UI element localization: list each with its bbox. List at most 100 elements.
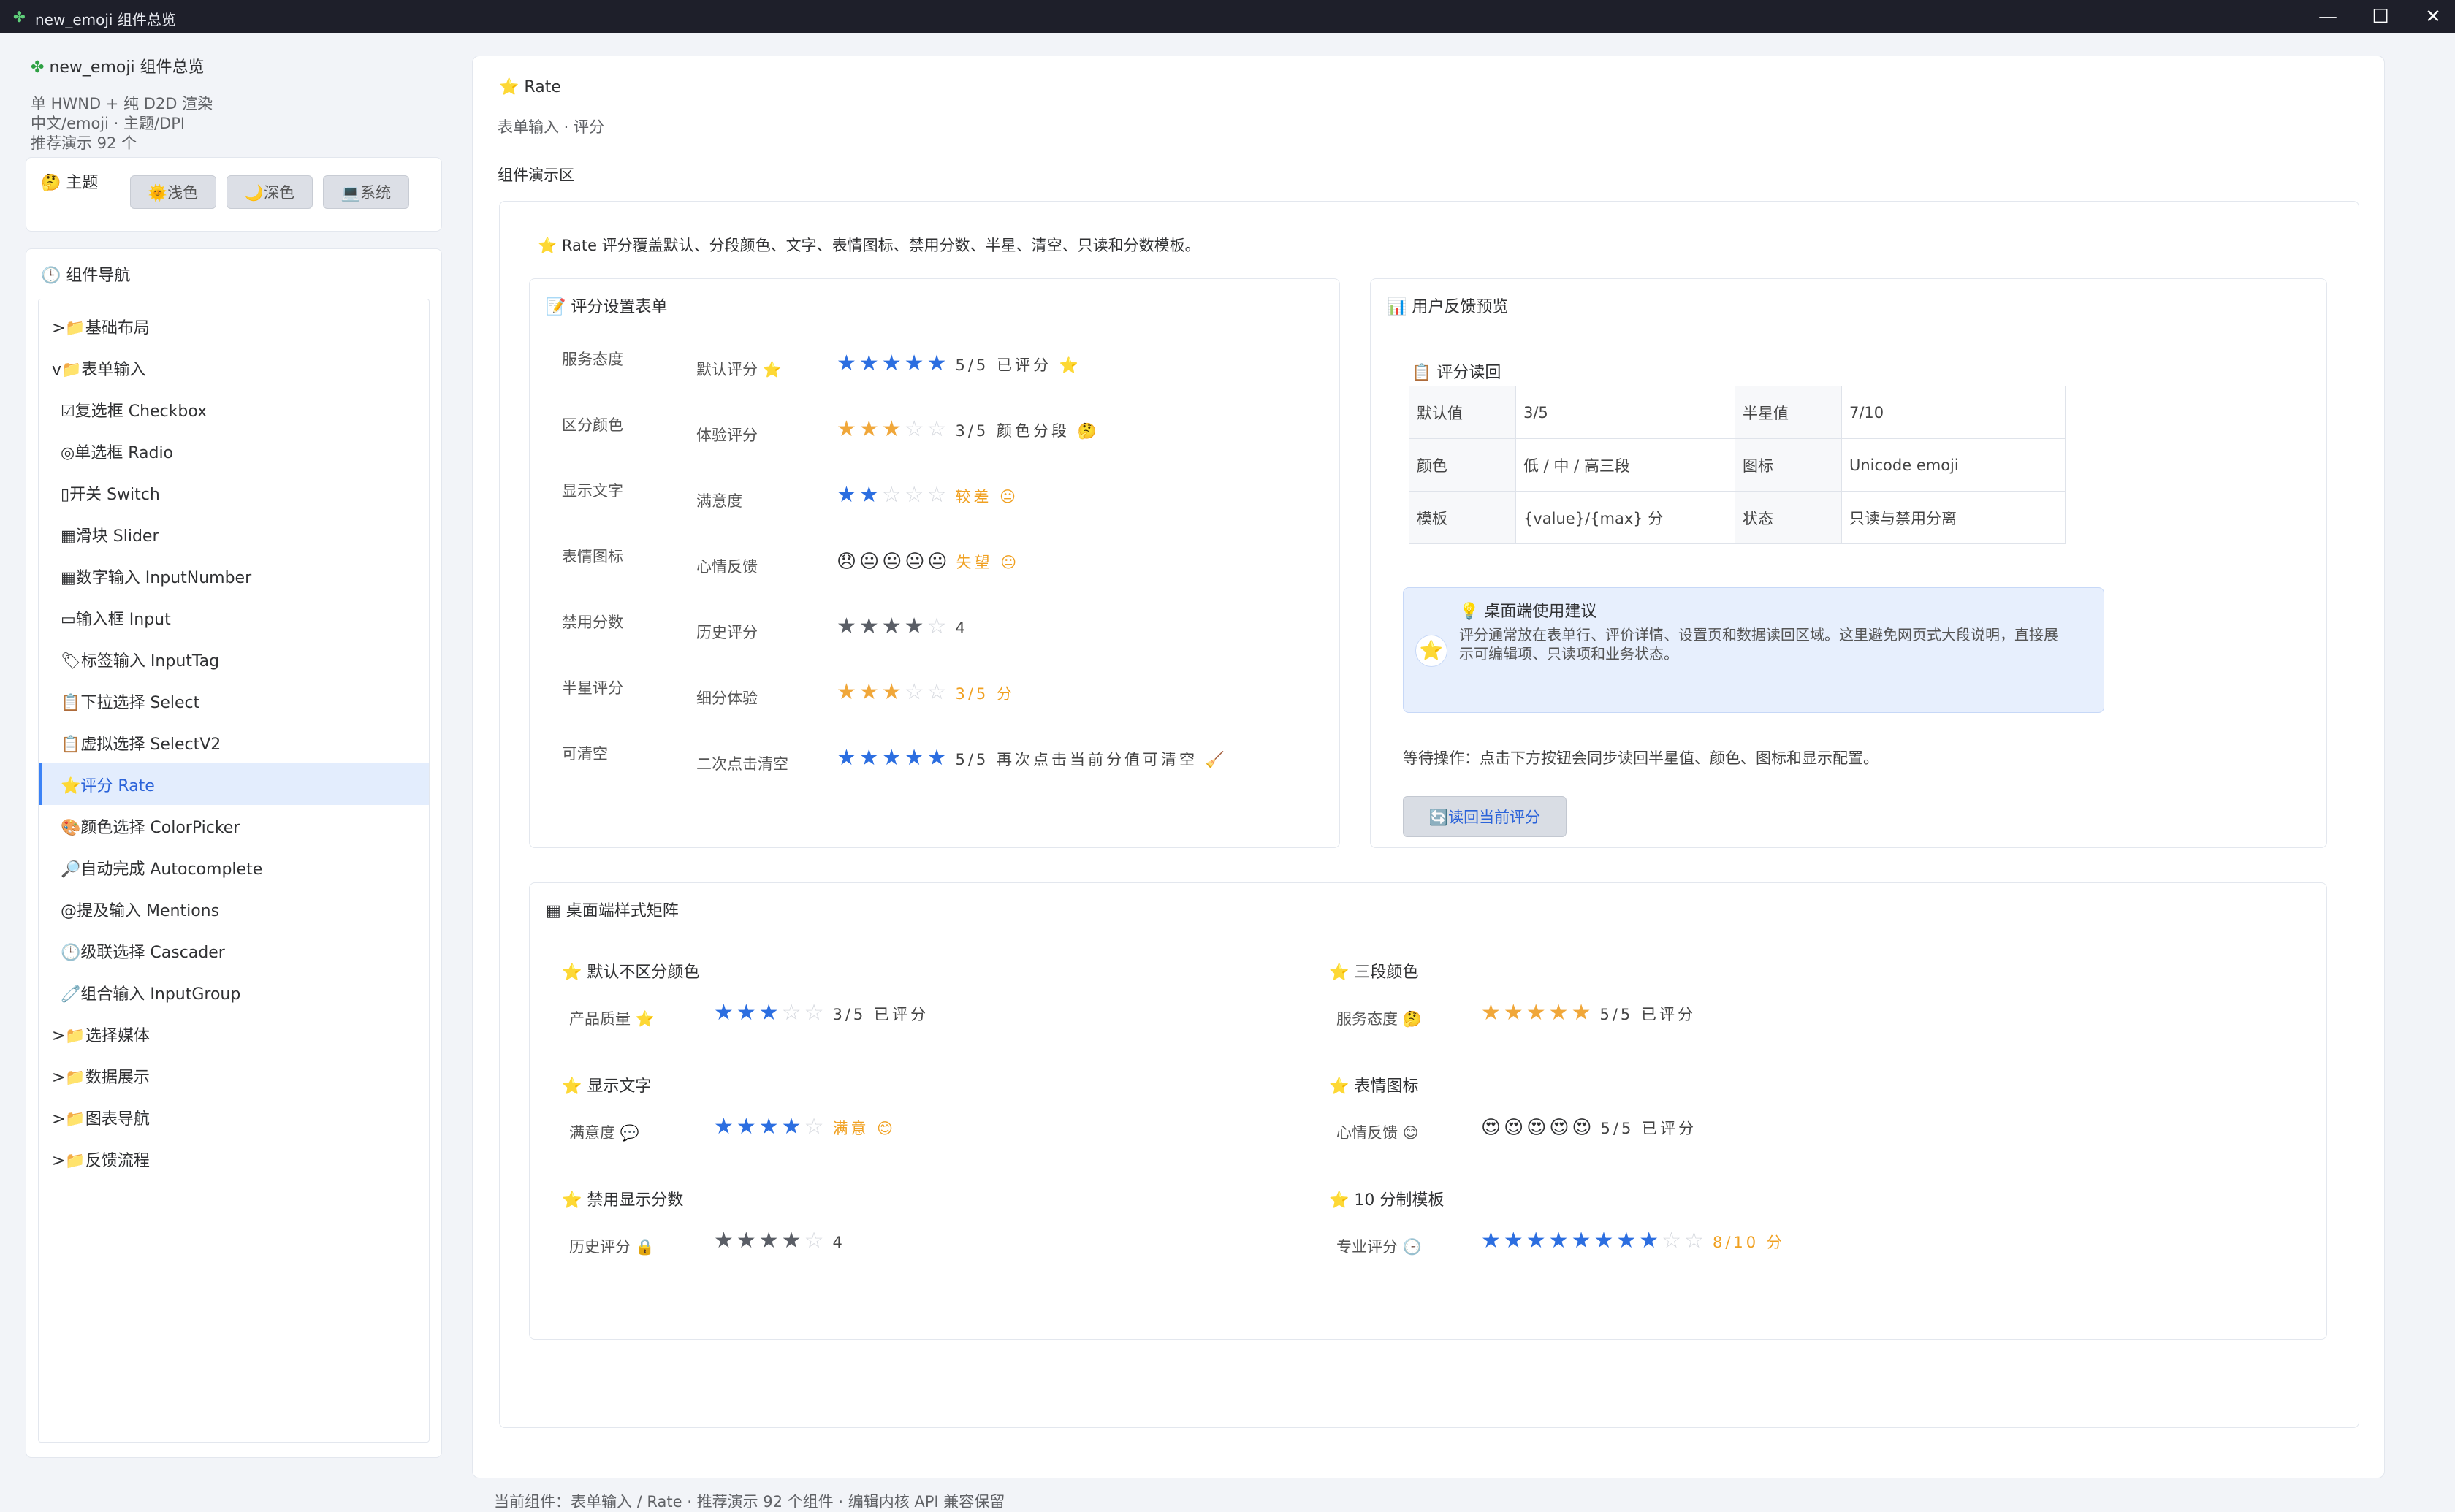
rate-text: 失望 😐 (956, 554, 1020, 571)
rate-stars[interactable]: ★★★☆☆ 3/5 已评分 (714, 1000, 929, 1026)
readout-value: 只读与禁用分离 (1841, 491, 2066, 544)
form-row-label: 细分体验 (696, 690, 758, 707)
rate-filled: ★★★★★ (837, 351, 950, 376)
form-row-label: 历史评分 (696, 624, 758, 641)
rate-text: 5/5 已评分 (1600, 1120, 1697, 1137)
clover-icon: ✤ (31, 58, 45, 77)
palette-icon: 🤔 (41, 174, 61, 192)
matrix-item-title-text: 三段颜色 (1354, 963, 1419, 982)
nav-title: 🕒 组件导航 (41, 262, 130, 286)
nav-item[interactable]: >📁数据展示 (39, 1055, 429, 1096)
nav-item[interactable]: ▦数字输入 InputNumber (39, 555, 429, 597)
nav-item[interactable]: ▯开关 Switch (39, 472, 429, 513)
readout-key: 状态 (1735, 491, 1842, 544)
tip-title: 💡 桌面端使用建议 (1459, 598, 1596, 622)
nav-item-label: @提及输入 Mentions (61, 901, 220, 920)
app-icon: ✤ (13, 8, 26, 26)
nav-item[interactable]: 🕒级联选择 Cascader (39, 930, 429, 971)
app-title-text: new_emoji 组件总览 (49, 58, 205, 77)
feedback-title-text: 用户反馈预览 (1412, 298, 1509, 316)
rate-stars[interactable]: ★★★★★ 5/5 再次点击当前分值可清空 🧹 (837, 745, 1228, 771)
nav-item-label: 🔎自动完成 Autocomplete (61, 860, 263, 879)
theme-title: 🤔 主题 (41, 169, 98, 193)
close-button[interactable]: ✕ (2407, 0, 2455, 33)
readout-value: 3/5 (1515, 386, 1735, 439)
main-panel: ⭐ Rate 表单输入 · 评分 组件演示区 ⭐ Rate 评分覆盖默认、分段颜… (472, 56, 2385, 1478)
rate-stars[interactable]: ★★★☆☆ 3/5 颜色分段 🤔 (837, 416, 1100, 442)
matrix-item-title: ⭐ 显示文字 (562, 1073, 651, 1096)
rate-stars[interactable]: 😍😍😍😍😍 5/5 已评分 (1481, 1114, 1697, 1139)
form-row-title: 半星评分 (562, 679, 623, 697)
nav-tree: >📁基础布局 v📁表单输入 ☑复选框 Checkbox ◎单选框 Radio ▯开关 S… (38, 299, 430, 1443)
rate-text: 3/5 已评分 (832, 1006, 929, 1023)
star-icon: ⭐ (562, 1191, 587, 1210)
nav-item[interactable]: 📋虚拟选择 SelectV2 (39, 722, 429, 763)
rate-text: 5/5 再次点击当前分值可清空 🧹 (955, 751, 1228, 768)
nav-item[interactable]: 🏷标签输入 InputTag (39, 638, 429, 680)
rate-filled: ★★★ (837, 679, 905, 705)
rate-text: 较差 😐 (955, 488, 1019, 505)
nav-item[interactable]: ⭐评分 Rate (39, 763, 429, 805)
rate-stars[interactable]: ★★★★★★★★☆☆ 8/10 分 (1481, 1228, 1785, 1253)
rate-filled: 😞😐😐😐😐 (837, 551, 951, 573)
rate-text: 8/10 分 (1712, 1234, 1785, 1251)
rate-empty: ☆ (804, 1114, 827, 1139)
nav-item[interactable]: >📁反馈流程 (39, 1138, 429, 1180)
readout-key: 半星值 (1735, 386, 1842, 439)
nav-item-label: >📁数据展示 (52, 1068, 150, 1087)
minimize-button[interactable]: — (2302, 0, 2354, 33)
rate-stars[interactable]: ★★☆☆☆ 较差 😐 (837, 482, 1019, 508)
matrix-item-label: 心情反馈 😊 (1336, 1124, 1419, 1142)
read-current-rating-button[interactable]: 🔄读回当前评分 (1403, 796, 1567, 837)
nav-item[interactable]: 🎨颜色选择 ColorPicker (39, 805, 429, 847)
theme-light-button[interactable]: 🌞浅色 (130, 175, 216, 209)
intro-text: ⭐ Rate 评分覆盖默认、分段颜色、文字、表情图标、禁用分数、半星、清空、只读… (538, 234, 1200, 256)
matrix-item-title: ⭐ 三段颜色 (1329, 959, 1418, 982)
nav-item[interactable]: >📁图表导航 (39, 1096, 429, 1138)
nav-item[interactable]: >📁基础布局 (39, 305, 429, 347)
maximize-button[interactable]: ☐ (2354, 0, 2407, 33)
star-icon: ⭐ (562, 963, 587, 982)
page-title: ⭐ Rate (499, 78, 561, 96)
matrix-item-label: 专业评分 🕒 (1336, 1238, 1422, 1256)
theme-dark-button[interactable]: 🌙深色 (227, 175, 313, 209)
rate-stars[interactable]: ★★★★☆ 4 (837, 614, 968, 639)
rate-stars[interactable]: ★★★★★ 5/5 已评分 (1481, 1000, 1696, 1026)
nav-item[interactable]: ◎单选框 Radio (39, 430, 429, 472)
window-title: new_emoji 组件总览 (35, 11, 176, 28)
nav-item-label: 🏷标签输入 InputTag (61, 652, 220, 671)
theme-system-button[interactable]: 💻系统 (323, 175, 409, 209)
theme-card: 🤔 主题 🌞浅色 🌙深色 💻系统 (26, 157, 442, 232)
rate-text: 4 (832, 1234, 845, 1251)
matrix-item-title: ⭐ 10 分制模板 (1329, 1187, 1444, 1210)
form-row-title: 表情图标 (562, 548, 623, 565)
rate-stars[interactable]: ★★★★★ 5/5 已评分 ⭐ (837, 351, 1081, 376)
nav-item-label: >📁反馈流程 (52, 1151, 150, 1170)
nav-item[interactable]: ☑复选框 Checkbox (39, 389, 429, 430)
nav-item-label: ▦滑块 Slider (61, 527, 159, 546)
demo-area: ⭐ Rate 评分覆盖默认、分段颜色、文字、表情图标、禁用分数、半星、清空、只读… (499, 201, 2359, 1428)
nav-item-label: ▦数字输入 InputNumber (61, 568, 252, 587)
rate-empty: ☆☆ (1662, 1228, 1707, 1253)
nav-item[interactable]: @提及输入 Mentions (39, 888, 429, 930)
nav-item[interactable]: ▦滑块 Slider (39, 513, 429, 555)
rate-stars[interactable]: ★★★☆☆ 3/5 分 (837, 679, 1015, 705)
rate-stars[interactable]: ★★★★☆ 4 (714, 1228, 845, 1253)
nav-item[interactable]: 🧷组合输入 InputGroup (39, 971, 429, 1013)
nav-item[interactable]: 📋下拉选择 Select (39, 680, 429, 722)
form-row-label: 心情反馈 (696, 558, 758, 576)
rate-stars[interactable]: ★★★★☆ 满意 😊 (714, 1114, 896, 1139)
form-row-title: 可清空 (562, 745, 608, 763)
rate-stars[interactable]: 😞😐😐😐😐 失望 😐 (837, 548, 1019, 573)
style-matrix-panel: ▦ 桌面端样式矩阵 ⭐ 默认不区分颜色 产品质量 ⭐ ★★★☆☆ 3/5 已评分 ⭐ 三… (529, 882, 2327, 1340)
nav-item[interactable]: v📁表单输入 (39, 347, 429, 389)
nav-item[interactable]: 🔎自动完成 Autocomplete (39, 847, 429, 888)
form-row-title: 禁用分数 (562, 614, 623, 631)
sidebar-line3: 推荐演示 92 个 (31, 134, 137, 152)
sidebar-app-title: ✤ new_emoji 组件总览 (31, 54, 205, 77)
readout-table: 默认值 3/5 半星值 7/10 颜色低 / 中 / 高三段 图标 Unicode emoj… (1409, 386, 2066, 544)
nav-card: 🕒 组件导航 >📁基础布局 v📁表单输入 ☑复选框 Checkbox ◎单选框 Rad… (26, 248, 442, 1458)
nav-item[interactable]: >📁选择媒体 (39, 1013, 429, 1055)
form-title-text: 评分设置表单 (571, 298, 668, 316)
nav-item[interactable]: ▭输入框 Input (39, 597, 429, 638)
